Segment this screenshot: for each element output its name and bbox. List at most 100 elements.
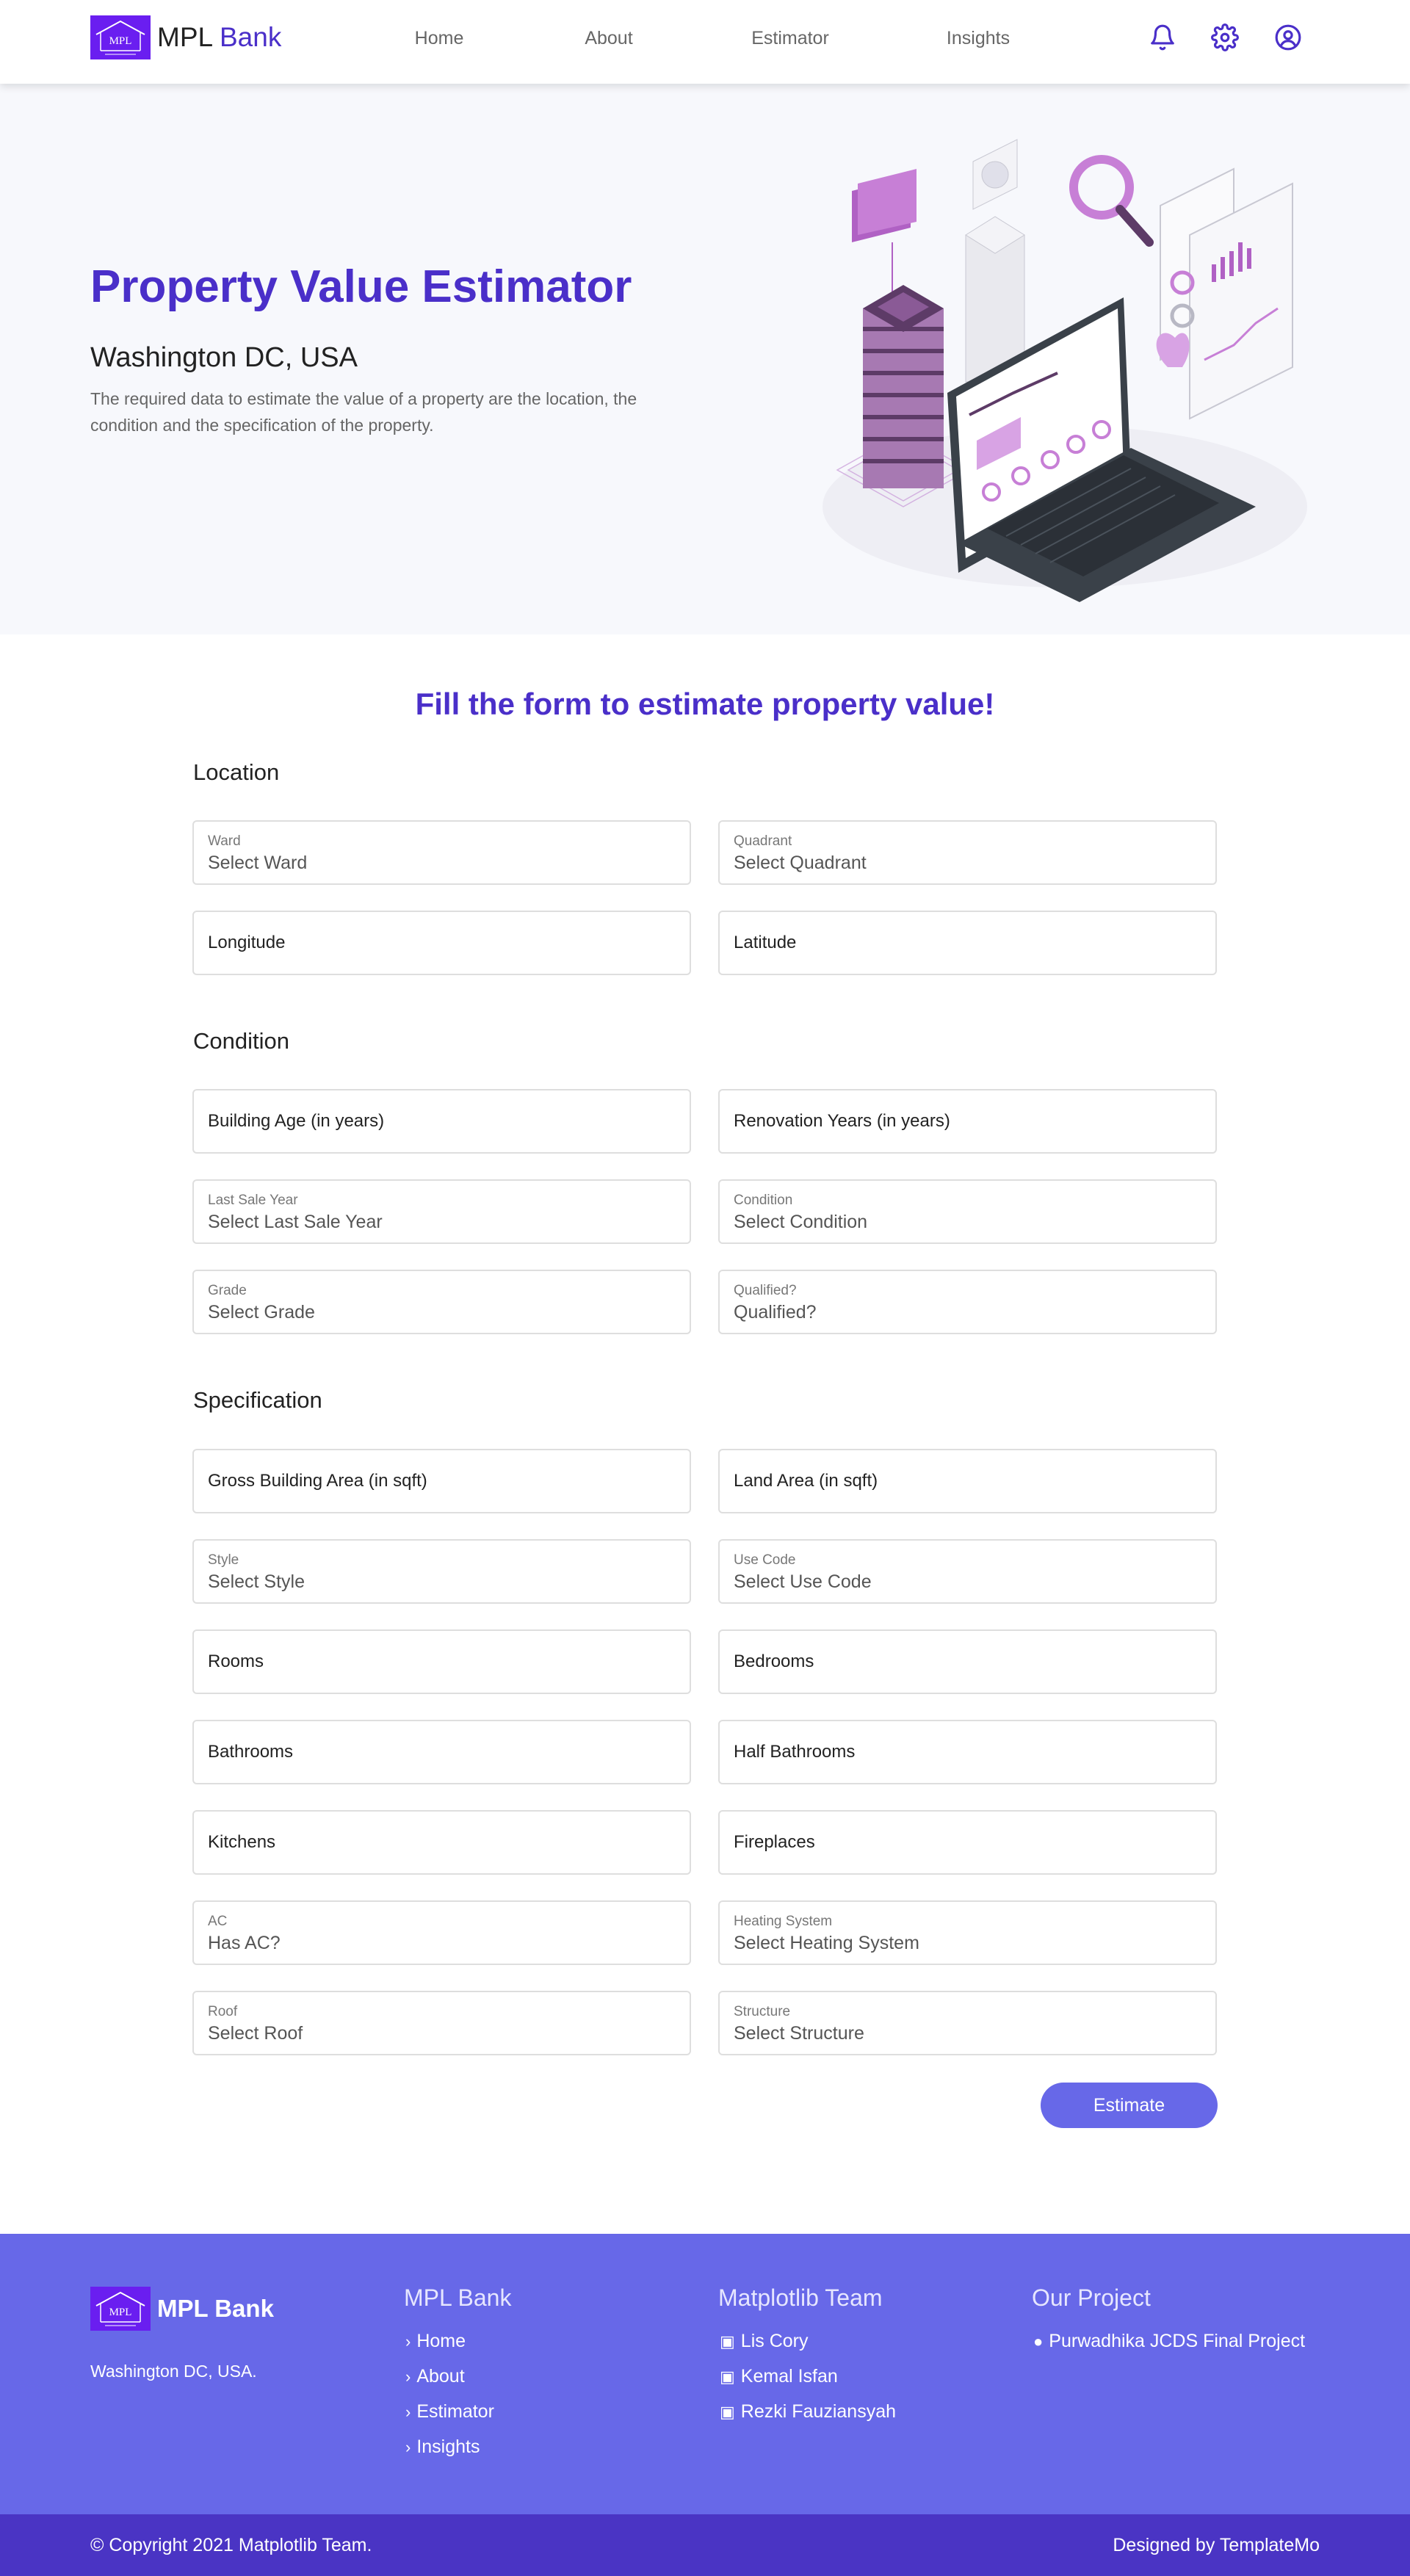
renovation-years-placeholder: Renovation Years (in years)	[734, 1111, 950, 1131]
footer-link-about[interactable]: › About	[405, 2366, 465, 2387]
grade-value: Select Grade	[208, 1302, 315, 1323]
condition-value: Select Condition	[734, 1212, 868, 1232]
nav-home[interactable]: Home	[415, 28, 464, 49]
footer-logo-mark: MPL	[90, 2287, 151, 2331]
copyright: © Copyright 2021 Matplotlib Team.	[90, 2535, 372, 2556]
hero-illustration	[822, 125, 1337, 613]
renovation-years-input[interactable]: Renovation Years (in years)	[718, 1089, 1217, 1154]
half-bathrooms-input[interactable]: Half Bathrooms	[718, 1720, 1217, 1784]
chevron-right-icon: ›	[405, 2332, 411, 2351]
condition-select[interactable]: Condition Select Condition	[718, 1179, 1217, 1244]
style-label: Style	[208, 1552, 239, 1568]
footer-link-home[interactable]: › Home	[405, 2331, 466, 2352]
fireplaces-input[interactable]: Fireplaces	[718, 1810, 1217, 1875]
site-header: MPL MPL Bank Home About Estimator Insigh…	[0, 0, 1410, 84]
section-condition-title: Condition	[193, 1028, 289, 1054]
footer-col-project-title: Our Project	[1032, 2284, 1151, 2311]
last-sale-year-value: Select Last Sale Year	[208, 1212, 383, 1232]
heating-system-label: Heating System	[734, 1914, 833, 1929]
designed-prefix: Designed by	[1113, 2535, 1215, 2555]
style-select[interactable]: Style Select Style	[192, 1539, 691, 1604]
footer-team-member-label: Kemal Isfan	[740, 2366, 838, 2387]
gross-building-area-placeholder: Gross Building Area (in sqft)	[208, 1471, 427, 1491]
heating-system-value: Select Heating System	[734, 1933, 919, 1953]
nav-estimator[interactable]: Estimator	[751, 28, 829, 49]
use-code-value: Select Use Code	[734, 1571, 872, 1592]
roof-label: Roof	[208, 2004, 238, 2019]
nav-insights[interactable]: Insights	[947, 28, 1010, 49]
bathrooms-input[interactable]: Bathrooms	[192, 1720, 691, 1784]
footer-link-label: About	[416, 2366, 465, 2387]
condition-label: Condition	[734, 1193, 793, 1208]
footer-team-member-3[interactable]: ▣ Rezki Fauziansyah	[720, 2401, 896, 2423]
footer-team-member-1[interactable]: ▣ Lis Cory	[720, 2331, 808, 2352]
footer-brand-name: MPL Bank	[157, 2295, 274, 2322]
latitude-input[interactable]: Latitude	[718, 911, 1217, 975]
land-area-input[interactable]: Land Area (in sqft)	[718, 1449, 1217, 1513]
chevron-right-icon: ›	[405, 2367, 411, 2386]
last-sale-year-select[interactable]: Last Sale Year Select Last Sale Year	[192, 1179, 691, 1244]
land-area-placeholder: Land Area (in sqft)	[734, 1471, 878, 1491]
estimate-button[interactable]: Estimate	[1041, 2083, 1218, 2128]
fireplaces-placeholder: Fireplaces	[734, 1832, 815, 1852]
quadrant-select[interactable]: Quadrant Select Quadrant	[718, 820, 1217, 885]
rooms-placeholder: Rooms	[208, 1651, 264, 1671]
hero-description: The required data to estimate the value …	[90, 389, 637, 435]
ac-select[interactable]: AC Has AC?	[192, 1900, 691, 1965]
footer-logo-mark-text: MPL	[109, 2307, 132, 2318]
bathrooms-placeholder: Bathrooms	[208, 1742, 294, 1762]
footer-address: Washington DC, USA.	[90, 2362, 257, 2381]
main-nav: Home About Estimator Insights	[0, 28, 1410, 50]
structure-select[interactable]: Structure Select Structure	[718, 1991, 1217, 2055]
last-sale-year-label: Last Sale Year	[208, 1193, 298, 1208]
footer-logo[interactable]: MPL MPL Bank	[90, 2287, 274, 2331]
chevron-right-icon: ›	[405, 2438, 411, 2456]
longitude-placeholder: Longitude	[208, 933, 286, 952]
page-title: Property Value Estimator	[90, 261, 632, 312]
chevron-right-icon: ›	[405, 2403, 411, 2421]
ward-label: Ward	[208, 833, 241, 849]
footer-team-member-2[interactable]: ▣ Kemal Isfan	[720, 2366, 838, 2387]
footer-col-team-title: Matplotlib Team	[718, 2284, 883, 2311]
roof-select[interactable]: Roof Select Roof	[192, 1991, 691, 2055]
quadrant-value: Select Quadrant	[734, 853, 867, 873]
ward-value: Select Ward	[208, 853, 308, 873]
building-age-placeholder: Building Age (in years)	[208, 1111, 385, 1131]
latitude-placeholder: Latitude	[734, 933, 797, 952]
use-code-select[interactable]: Use Code Select Use Code	[718, 1539, 1217, 1604]
user-circle-icon[interactable]	[1274, 23, 1302, 51]
github-icon: ●	[1033, 2332, 1044, 2351]
footer-team-member-label: Rezki Fauziansyah	[740, 2401, 897, 2422]
copyright-team-link[interactable]: Matplotlib Team	[239, 2535, 367, 2555]
grade-select[interactable]: Grade Select Grade	[192, 1270, 691, 1334]
half-bathrooms-placeholder: Half Bathrooms	[734, 1742, 856, 1762]
rooms-input[interactable]: Rooms	[192, 1629, 691, 1694]
form-title: Fill the form to estimate property value…	[415, 687, 995, 721]
gear-icon[interactable]	[1211, 23, 1239, 51]
section-location-title: Location	[193, 759, 280, 785]
kitchens-input[interactable]: Kitchens	[192, 1810, 691, 1875]
gross-building-area-input[interactable]: Gross Building Area (in sqft)	[192, 1449, 691, 1513]
bell-icon[interactable]	[1149, 23, 1176, 51]
nav-about[interactable]: About	[585, 28, 632, 49]
bedrooms-input[interactable]: Bedrooms	[718, 1629, 1217, 1694]
footer-bottom-bar: © Copyright 2021 Matplotlib Team. Design…	[0, 2514, 1410, 2576]
site-footer: MPL MPL Bank Washington DC, USA. MPL Ban…	[0, 2234, 1410, 2514]
longitude-input[interactable]: Longitude	[192, 911, 691, 975]
use-code-label: Use Code	[734, 1552, 796, 1568]
linkedin-icon: ▣	[720, 2367, 735, 2386]
templatemo-link[interactable]: TemplateMo	[1220, 2535, 1320, 2555]
ac-label: AC	[208, 1914, 228, 1929]
footer-link-estimator[interactable]: › Estimator	[405, 2401, 494, 2423]
heating-system-select[interactable]: Heating System Select Heating System	[718, 1900, 1217, 1965]
ward-select[interactable]: Ward Select Ward	[192, 820, 691, 885]
footer-project-link[interactable]: ● Purwadhika JCDS Final Project	[1033, 2331, 1305, 2352]
qualified-select[interactable]: Qualified? Qualified?	[718, 1270, 1217, 1334]
footer-link-insights[interactable]: › Insights	[405, 2436, 480, 2458]
footer-project-label: Purwadhika JCDS Final Project	[1049, 2331, 1306, 2351]
roof-value: Select Roof	[208, 2023, 303, 2044]
bedrooms-placeholder: Bedrooms	[734, 1651, 814, 1671]
copyright-prefix: © Copyright 2021	[90, 2535, 234, 2555]
designed-by: Designed by TemplateMo	[1113, 2535, 1320, 2556]
building-age-input[interactable]: Building Age (in years)	[192, 1089, 691, 1154]
